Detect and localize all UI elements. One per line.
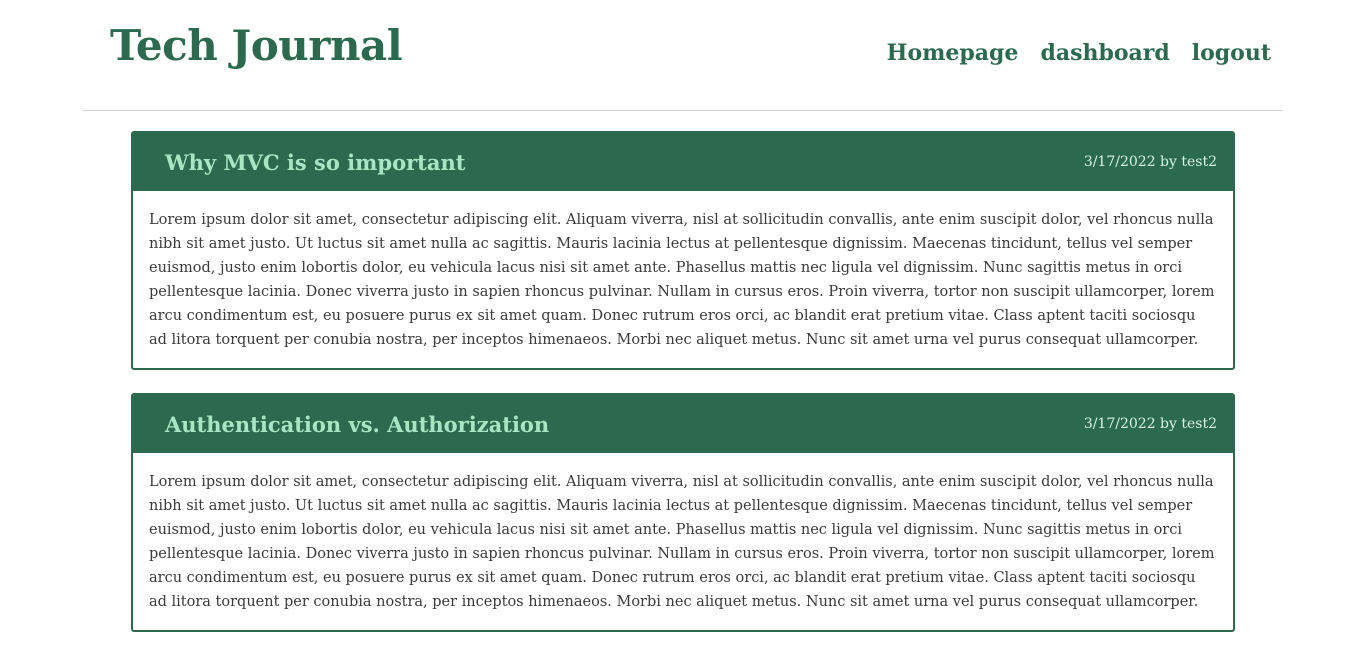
post-title-link[interactable]: Why MVC is so important [165,150,465,175]
post-card: Why MVC is so important 3/17/2022 by tes… [131,131,1235,370]
post-header: Why MVC is so important 3/17/2022 by tes… [133,133,1233,191]
post-body: Lorem ipsum dolor sit amet, consectetur … [149,212,1215,348]
site-header: Tech Journal Homepage dashboard logout [83,0,1283,111]
post-meta: 3/17/2022 by test2 [1083,154,1217,170]
post-header: Authentication vs. Authorization 3/17/20… [133,395,1233,453]
post-list: Why MVC is so important 3/17/2022 by tes… [131,131,1235,655]
nav-logout-link[interactable]: logout [1192,38,1271,68]
post-body: Lorem ipsum dolor sit amet, consectetur … [149,474,1215,610]
main-nav: Homepage dashboard logout [887,38,1271,68]
post-meta: 3/17/2022 by test2 [1083,416,1217,432]
site-title[interactable]: Tech Journal [110,18,403,74]
nav-dashboard-link[interactable]: dashboard [1040,38,1169,68]
post-card: Authentication vs. Authorization 3/17/20… [131,393,1235,632]
post-title-link[interactable]: Authentication vs. Authorization [165,412,549,437]
nav-homepage-link[interactable]: Homepage [887,38,1019,68]
